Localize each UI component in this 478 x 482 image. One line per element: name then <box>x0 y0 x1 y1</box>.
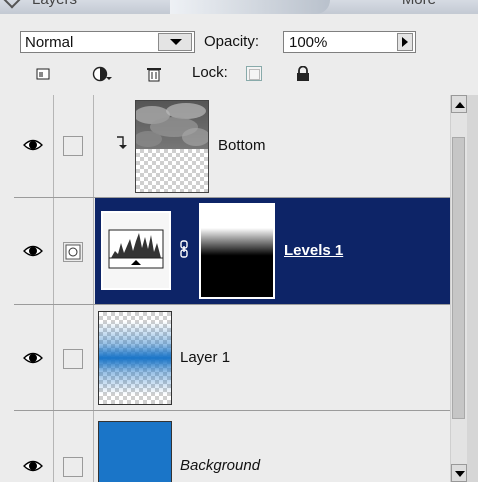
layer-row-background[interactable]: Background <box>14 411 450 482</box>
scroll-thumb[interactable] <box>452 137 465 419</box>
layers-scrollbar[interactable] <box>450 95 467 482</box>
layer-content[interactable]: Bottom <box>95 95 450 197</box>
lock-toolbar: Lock: <box>0 60 478 88</box>
mask-circle-icon <box>65 244 81 260</box>
visibility-cell[interactable] <box>14 305 54 410</box>
clouds-thumbnail <box>136 101 208 149</box>
lock-transparent-checkbox[interactable] <box>246 66 262 81</box>
layer-content[interactable]: Layer 1 <box>95 305 450 410</box>
opacity-value: 100% <box>289 34 328 51</box>
clipping-arrow-icon <box>117 136 127 149</box>
tab-shade <box>170 0 330 14</box>
levels-adjustment-thumbnail <box>101 211 171 290</box>
link-cell[interactable] <box>54 95 94 197</box>
panel-title[interactable]: Layers <box>32 0 77 8</box>
layer-mask-thumbnail[interactable] <box>199 203 275 299</box>
link-cell[interactable] <box>54 305 94 410</box>
opacity-field[interactable]: 100% <box>283 31 416 53</box>
visibility-cell[interactable] <box>14 411 54 482</box>
layer-name[interactable]: Layer 1 <box>180 349 230 366</box>
eye-icon[interactable] <box>23 244 43 258</box>
blend-mode-value: Normal <box>25 34 74 51</box>
layer-row-levels[interactable]: Levels 1 <box>14 198 450 305</box>
gradient-fill <box>99 312 171 404</box>
panel-header: Layers More <box>0 0 478 14</box>
link-cell[interactable] <box>54 411 94 482</box>
layer-content[interactable]: Levels 1 <box>95 198 450 304</box>
trash-icon[interactable] <box>145 66 163 82</box>
chain-link-icon[interactable] <box>179 240 189 258</box>
lock-label: Lock: <box>192 64 228 81</box>
link-box[interactable] <box>63 349 83 369</box>
mask-indicator[interactable] <box>63 242 83 262</box>
more-button[interactable]: More <box>402 0 436 8</box>
adjustment-layer-icon[interactable] <box>92 66 116 82</box>
layer-name[interactable]: Bottom <box>218 137 266 154</box>
opacity-slider-arrow-icon[interactable] <box>397 33 413 51</box>
scroll-up-button[interactable] <box>451 95 467 113</box>
layers-list: Bottom Levels 1 Layer 1 Background <box>14 95 450 482</box>
opacity-label: Opacity: <box>204 33 260 50</box>
link-box[interactable] <box>63 136 83 156</box>
visibility-cell[interactable] <box>14 198 54 304</box>
lock-icon[interactable] <box>294 66 312 82</box>
layer-thumbnail <box>98 421 172 482</box>
layer-thumbnail <box>98 311 172 405</box>
scroll-down-button[interactable] <box>451 464 467 482</box>
mask-indicator-cell[interactable] <box>54 198 94 304</box>
eye-icon[interactable] <box>23 459 43 473</box>
link-box[interactable] <box>63 457 83 477</box>
eye-icon[interactable] <box>23 138 43 152</box>
blend-mode-select[interactable]: Normal <box>20 31 195 53</box>
eye-icon[interactable] <box>23 351 43 365</box>
histogram-icon <box>108 229 164 269</box>
new-group-icon[interactable] <box>34 66 52 82</box>
chevron-down-icon[interactable] <box>158 33 192 51</box>
layer-thumbnail <box>135 100 209 193</box>
collapse-chevron-icon[interactable] <box>3 0 21 9</box>
layer-name[interactable]: Levels 1 <box>284 242 343 259</box>
layer-name[interactable]: Background <box>180 457 260 474</box>
layer-row-layer1[interactable]: Layer 1 <box>14 305 450 411</box>
panel-edge <box>467 95 478 482</box>
visibility-cell[interactable] <box>14 95 54 197</box>
layer-content[interactable]: Background <box>95 411 450 482</box>
layer-row-bottom[interactable]: Bottom <box>14 95 450 198</box>
